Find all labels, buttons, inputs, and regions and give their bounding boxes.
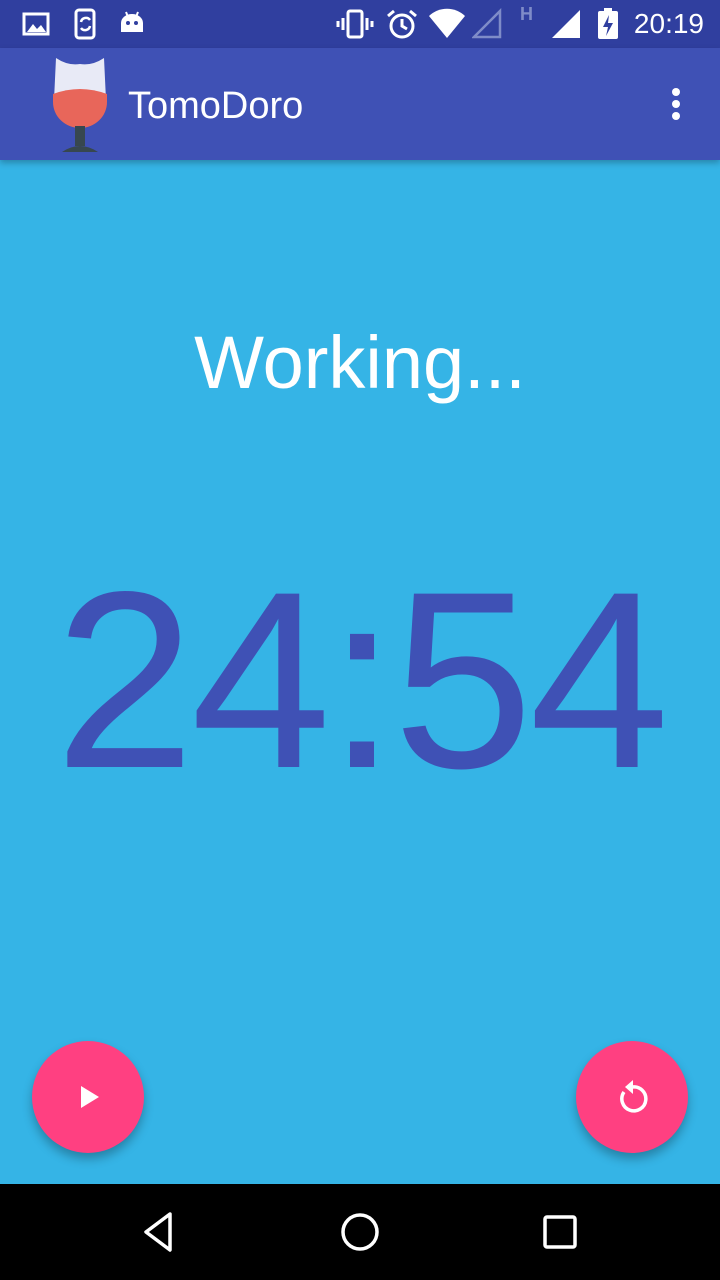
app-title: TomoDoro bbox=[128, 85, 304, 127]
signal-empty-icon bbox=[472, 8, 502, 39]
signal-icon bbox=[552, 10, 580, 38]
home-icon[interactable] bbox=[336, 1208, 384, 1256]
play-icon bbox=[81, 1086, 99, 1108]
recents-icon[interactable] bbox=[536, 1208, 584, 1256]
network-h-icon: H bbox=[520, 4, 533, 24]
more-vert-icon[interactable] bbox=[660, 84, 692, 124]
wifi-icon bbox=[429, 8, 465, 39]
nav-bar bbox=[0, 1184, 720, 1280]
timer-display: 24:54 bbox=[54, 540, 670, 821]
play-button[interactable] bbox=[32, 1041, 144, 1153]
phone-sync-icon bbox=[74, 8, 96, 40]
app-bar: TomoDoro bbox=[0, 48, 720, 160]
status-time: 20:19 bbox=[633, 8, 704, 39]
battery-charging-icon bbox=[598, 8, 618, 39]
status-bar: H 20:19 bbox=[0, 0, 720, 48]
android-icon bbox=[121, 11, 143, 32]
vibrate-icon bbox=[336, 9, 374, 39]
replay-icon bbox=[620, 1080, 648, 1113]
back-icon[interactable] bbox=[136, 1208, 184, 1256]
status-text: Working... bbox=[194, 321, 526, 404]
alarm-icon bbox=[387, 9, 417, 39]
wine-glass-icon bbox=[53, 58, 107, 152]
gallery-icon bbox=[22, 12, 50, 36]
app-screen: H 20:19 TomoDoro Working... 24:54 bbox=[0, 0, 720, 1280]
reset-button[interactable] bbox=[576, 1041, 688, 1153]
